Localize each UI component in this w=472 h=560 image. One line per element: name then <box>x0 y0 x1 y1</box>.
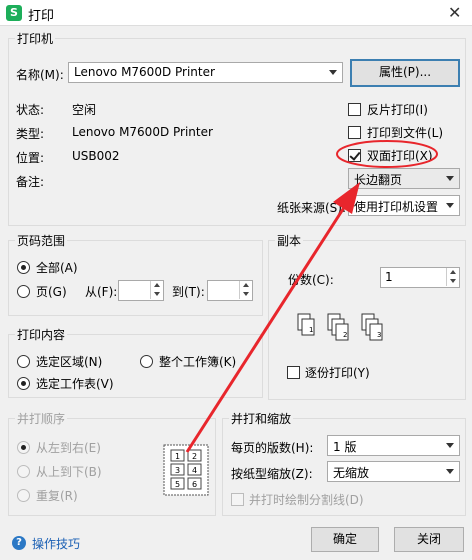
printer-select-value: Lenovo M7600D Printer <box>74 65 215 79</box>
selection-radio[interactable] <box>17 355 30 368</box>
from-page-input[interactable] <box>118 280 164 301</box>
page-range-legend: 页码范围 <box>17 234 66 248</box>
pages-per-sheet-label: 每页的版数(H): <box>231 441 314 455</box>
collate-page-2: 2 <box>343 331 347 339</box>
paper-scale-value: 无缩放 <box>333 466 370 480</box>
to-page-input[interactable] <box>207 280 253 301</box>
order-page-4: 4 <box>192 466 197 475</box>
collate-preview-icon: 1 2 3 <box>297 313 383 341</box>
properties-button[interactable]: 属性(P)... <box>350 59 460 87</box>
duplex-mode-select[interactable]: 长边翻页 <box>348 168 460 189</box>
from-label: 从(F): <box>85 285 118 299</box>
order-ttb-radio[interactable] <box>17 465 30 478</box>
status-value: 空闲 <box>72 103 97 117</box>
duplex-label: 双面打印(X) <box>367 149 433 163</box>
copies-count-value: 1 <box>385 270 393 284</box>
order-repeat-radio[interactable] <box>17 489 30 502</box>
tips-link[interactable]: 操作技巧 <box>32 535 80 552</box>
pages-per-sheet-select[interactable]: 1 版 <box>327 435 460 456</box>
copies-legend: 副本 <box>277 234 302 248</box>
app-logo-icon: S <box>6 5 22 21</box>
title-bar <box>0 0 472 26</box>
order-page-6: 6 <box>192 480 197 489</box>
order-ttb-label: 从上到下(B) <box>36 465 102 479</box>
pages-per-sheet-value: 1 版 <box>333 440 357 454</box>
page-range-pages-label: 页(G) <box>36 285 67 299</box>
duplex-mode-value: 长边翻页 <box>354 173 403 187</box>
location-label: 位置: <box>16 151 45 165</box>
paper-source-value: 使用打印机设置 <box>354 200 439 214</box>
chevron-down-icon <box>446 443 454 448</box>
page-range-all-radio[interactable] <box>17 261 30 274</box>
paper-source-select[interactable]: 使用打印机设置 <box>348 195 460 216</box>
order-page-3: 3 <box>175 466 180 475</box>
scale-legend: 并打和缩放 <box>231 412 292 426</box>
order-ltr-label: 从左到右(E) <box>36 441 101 455</box>
chevron-down-icon <box>446 203 454 208</box>
order-repeat-label: 重复(R) <box>36 489 78 503</box>
collate-label: 逐份打印(Y) <box>305 366 370 380</box>
page-range-pages-radio[interactable] <box>17 285 30 298</box>
spin-down-icon[interactable] <box>446 277 459 286</box>
chevron-down-icon <box>446 469 454 474</box>
close-button[interactable]: 关闭 <box>394 527 464 552</box>
spin-up-icon[interactable] <box>150 281 163 290</box>
order-page-1: 1 <box>175 452 180 461</box>
print-to-file-checkbox[interactable] <box>348 126 361 139</box>
collate-page-1: 1 <box>309 326 313 334</box>
order-ltr-radio[interactable] <box>17 441 30 454</box>
ok-button[interactable]: 确定 <box>311 527 379 552</box>
paper-scale-label: 按纸型缩放(Z): <box>231 467 313 481</box>
spin-down-icon[interactable] <box>150 290 163 299</box>
window-title: 打印 <box>28 9 55 24</box>
sheet-label: 选定工作表(V) <box>36 377 114 391</box>
order-legend: 并打顺序 <box>17 412 66 426</box>
print-content-legend: 打印内容 <box>17 328 66 342</box>
reverse-print-checkbox[interactable] <box>348 103 361 116</box>
order-page-2: 2 <box>192 452 197 461</box>
paper-scale-select[interactable]: 无缩放 <box>327 461 460 482</box>
spin-up-icon[interactable] <box>239 281 252 290</box>
reverse-print-label: 反片打印(I) <box>367 103 428 117</box>
to-label: 到(T): <box>172 285 205 299</box>
type-label: 类型: <box>16 127 45 141</box>
print-to-file-label: 打印到文件(L) <box>367 126 444 140</box>
order-preview-icon: 1 2 3 4 5 6 <box>163 444 209 496</box>
chevron-down-icon <box>329 70 337 75</box>
status-label: 状态: <box>16 103 45 117</box>
spin-up-icon[interactable] <box>446 268 459 277</box>
location-value: USB002 <box>72 149 120 163</box>
collate-checkbox[interactable] <box>287 366 300 379</box>
paper-source-label: 纸张来源(S): <box>277 201 347 215</box>
comment-label: 备注: <box>16 175 45 189</box>
printer-legend: 打印机 <box>17 32 54 46</box>
sheet-radio[interactable] <box>17 377 30 390</box>
help-icon: ? <box>12 536 26 550</box>
workbook-radio[interactable] <box>140 355 153 368</box>
selection-label: 选定区域(N) <box>36 355 103 369</box>
workbook-label: 整个工作簿(K) <box>159 355 237 369</box>
printer-select[interactable]: Lenovo M7600D Printer <box>68 62 343 83</box>
spin-down-icon[interactable] <box>239 290 252 299</box>
chevron-down-icon <box>446 176 454 181</box>
order-page-5: 5 <box>175 480 180 489</box>
duplex-checkbox[interactable] <box>348 149 361 162</box>
page-range-all-label: 全部(A) <box>36 261 78 275</box>
copies-count-input[interactable]: 1 <box>380 267 460 288</box>
copies-count-label: 份数(C): <box>288 273 334 287</box>
printer-name-label: 名称(M): <box>16 68 64 82</box>
collate-page-3: 3 <box>377 331 381 339</box>
type-value: Lenovo M7600D Printer <box>72 125 213 139</box>
draw-borders-checkbox[interactable] <box>231 493 244 506</box>
draw-borders-label: 并打时绘制分割线(D) <box>249 493 364 507</box>
close-window-icon[interactable]: ✕ <box>448 3 461 22</box>
